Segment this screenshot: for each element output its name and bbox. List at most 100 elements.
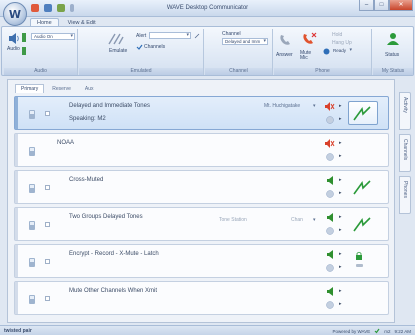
status-right: Powered by WAVE m2 9:22 AM <box>332 328 411 334</box>
volume-dropdown-icon[interactable]: ▸ <box>339 190 342 196</box>
volume-knob-icon[interactable] <box>325 116 335 124</box>
tone-channel-label: Chan <box>291 217 303 223</box>
ready-status-icon <box>323 48 330 55</box>
speaker-on-icon[interactable] <box>327 176 335 185</box>
speaker-on-icon[interactable] <box>327 213 335 222</box>
radio-handset-icon[interactable] <box>27 294 38 305</box>
ptt-icon[interactable] <box>351 179 373 197</box>
latch-icon <box>356 264 363 267</box>
channel-row[interactable]: Delayed and Immediate Tones Speaking: M2… <box>14 96 389 130</box>
side-tab-activity[interactable]: Activity <box>399 92 411 130</box>
ptt-icon[interactable] <box>351 216 373 234</box>
volume-knob-icon[interactable] <box>325 153 335 161</box>
channel-row[interactable]: NOAA ▸ ▸ <box>14 133 389 167</box>
speaker-icon[interactable] <box>8 33 20 44</box>
volume-knob-icon[interactable] <box>325 227 335 235</box>
volume-dropdown-icon[interactable]: ▸ <box>339 116 342 122</box>
channel-row[interactable]: Cross-Muted ▸ ▸ <box>14 170 389 204</box>
status-label[interactable]: Status <box>385 52 399 58</box>
channel-speaking-status: Speaking: M2 <box>69 116 106 122</box>
title-bar: WAVE Desktop Communicator – □ ✕ <box>0 0 415 17</box>
phone-group: Answer Mute Mic Hold Hang Up Ready Phone <box>274 29 372 75</box>
channel-select-checkbox[interactable] <box>45 185 50 190</box>
speaker-on-icon[interactable] <box>327 250 335 259</box>
channel-select-checkbox[interactable] <box>45 111 50 116</box>
audio-mode-select[interactable]: Audio On <box>31 33 75 40</box>
radio-handset-icon[interactable] <box>27 109 38 120</box>
channel-select-checkbox[interactable] <box>45 296 50 301</box>
side-tab-activity-label: Activity <box>402 97 408 113</box>
close-button[interactable]: ✕ <box>389 0 413 11</box>
radio-handset-icon[interactable] <box>27 220 38 231</box>
audio-group: Audio Audio On Audio <box>4 29 78 75</box>
speaker-dropdown-icon[interactable]: ▸ <box>339 214 342 220</box>
channel-name: Encrypt - Record - X-Mute - Latch <box>69 251 159 257</box>
emulate-label[interactable]: Emulate <box>109 48 127 54</box>
channel-select[interactable]: Delayed and Imm <box>222 38 268 45</box>
alert-edit-icon[interactable] <box>194 33 200 39</box>
channel-row[interactable]: Two Groups Delayed Tones Tone Station Ch… <box>14 207 389 241</box>
tab-primary[interactable]: Primary <box>15 84 45 93</box>
speaker-on-icon[interactable] <box>327 287 335 296</box>
alert-select[interactable] <box>149 32 191 39</box>
minimize-button[interactable]: – <box>359 0 374 11</box>
side-tab-channels-label: Channels <box>402 139 408 161</box>
speaker-dropdown-icon[interactable]: ▸ <box>339 251 342 257</box>
answer-phone-icon[interactable] <box>278 33 292 47</box>
channel-select-checkbox[interactable] <box>45 222 50 227</box>
mute-speaker-icon[interactable] <box>325 102 335 111</box>
volume-dropdown-icon[interactable]: ▸ <box>339 264 342 270</box>
channel-talker: Mt. Huchigatake <box>264 103 301 109</box>
emulate-icon[interactable] <box>107 32 125 46</box>
app-logo: W <box>8 7 22 21</box>
tab-reserve[interactable]: Reserve <box>46 84 77 93</box>
audio-button[interactable]: Audio <box>7 46 20 52</box>
ptt-boxed-icon[interactable] <box>351 105 373 123</box>
status-person-icon[interactable] <box>386 32 400 46</box>
maximize-button[interactable]: □ <box>374 0 389 11</box>
status-bar: twisted pair Powered by WAVE m2 9:22 AM <box>0 325 415 335</box>
ready-select[interactable]: Ready <box>331 47 353 55</box>
hangup-phone-icon[interactable] <box>301 32 317 48</box>
speaker-dropdown-icon[interactable]: ▸ <box>339 288 342 294</box>
mute-speaker-icon[interactable] <box>325 139 335 148</box>
volume-knob-icon[interactable] <box>325 264 335 272</box>
radio-handset-icon[interactable] <box>27 183 38 194</box>
speaker-dropdown-icon[interactable]: ▸ <box>339 103 342 109</box>
volume-dropdown-icon[interactable]: ▸ <box>339 301 342 307</box>
side-tab-phones[interactable]: Phones <box>399 176 411 214</box>
radio-handset-icon[interactable] <box>27 146 38 157</box>
speaker-dropdown-icon[interactable]: ▸ <box>339 177 342 183</box>
row-indicator-bar <box>15 171 18 203</box>
talker-dropdown-icon[interactable]: ▾ <box>313 217 316 223</box>
channel-row[interactable]: Mute Other Channels When Xmit ▸ ▸ <box>14 281 389 315</box>
volume-knob-icon[interactable] <box>325 190 335 198</box>
channel-name: Delayed and Immediate Tones <box>69 103 150 109</box>
side-tab-channels[interactable]: Channels <box>399 134 411 172</box>
tab-aux[interactable]: Aux <box>79 84 100 93</box>
window-title: WAVE Desktop Communicator <box>166 5 249 11</box>
application-menu-button[interactable]: W <box>3 2 27 26</box>
answer-label[interactable]: Answer <box>276 52 293 58</box>
channel-name: Mute Other Channels When Xmit <box>69 288 158 294</box>
hold-button[interactable]: Hold <box>332 32 342 38</box>
my-status-group: Status My Status <box>373 29 413 75</box>
hangup-button[interactable]: Hang Up <box>332 40 352 46</box>
talker-dropdown-icon[interactable]: ▾ <box>313 103 316 109</box>
row-indicator-bar <box>15 282 18 314</box>
channel-label: Channel <box>222 31 241 37</box>
audio-level-icon <box>22 33 26 42</box>
volume-dropdown-icon[interactable]: ▸ <box>339 227 342 233</box>
alert-label: Alert <box>136 33 147 39</box>
channel-pane: Primary Reserve Aux Delayed and Immediat… <box>7 79 395 323</box>
phone-group-label: Phone <box>274 68 371 75</box>
channel-select-checkbox[interactable] <box>45 259 50 264</box>
channel-row[interactable]: Encrypt - Record - X-Mute - Latch ▸ ▸ <box>14 244 389 278</box>
volume-knob-icon[interactable] <box>325 301 335 309</box>
radio-handset-icon[interactable] <box>27 257 38 268</box>
checkmark-icon <box>136 44 143 50</box>
mute-mic-label[interactable]: Mute Mic <box>300 51 318 61</box>
speaker-dropdown-icon[interactable]: ▸ <box>339 140 342 146</box>
volume-dropdown-icon[interactable]: ▸ <box>339 153 342 159</box>
channels-toggle[interactable]: Channels <box>144 44 165 50</box>
